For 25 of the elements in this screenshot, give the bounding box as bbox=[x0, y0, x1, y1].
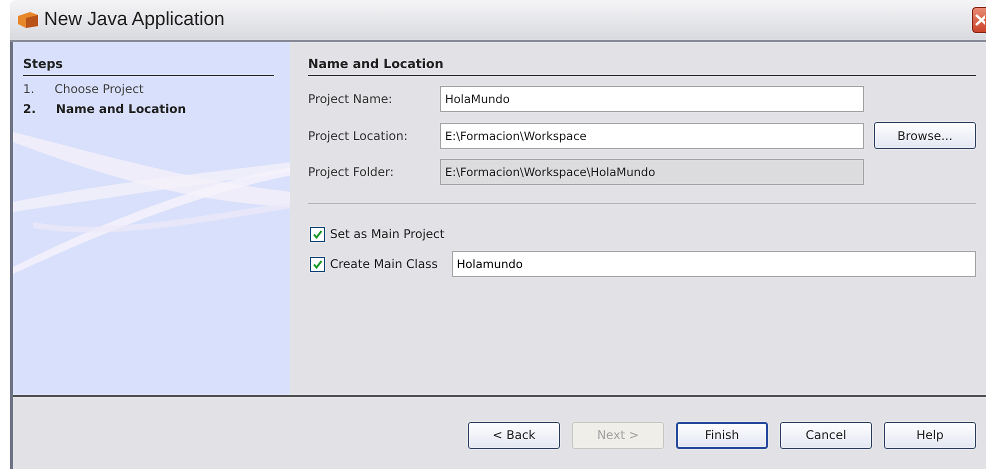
close-button[interactable] bbox=[972, 7, 986, 33]
dialog-button[interactable]: Finish bbox=[676, 422, 768, 448]
step-label: Name and Location bbox=[56, 102, 186, 116]
window-title: New Java Application bbox=[44, 9, 226, 31]
app-icon bbox=[18, 12, 38, 28]
panel-heading: Name and Location bbox=[308, 56, 976, 76]
close-icon bbox=[973, 13, 985, 27]
input-field[interactable]: E:\Formacion\Workspace bbox=[440, 122, 864, 148]
step-number: 1. bbox=[23, 82, 34, 96]
checkbox-label: Create Main Class bbox=[330, 257, 438, 271]
field-label: Project Location: bbox=[308, 128, 409, 142]
checkbox[interactable] bbox=[310, 256, 325, 272]
checkbox[interactable] bbox=[310, 226, 325, 242]
step-label: Choose Project bbox=[54, 82, 144, 96]
step-number: 2. bbox=[23, 102, 36, 116]
dialog-button[interactable]: Cancel bbox=[780, 422, 872, 448]
dialog-button[interactable]: Help bbox=[884, 422, 976, 448]
input-field[interactable]: Holamundo bbox=[452, 251, 976, 277]
field-label: Project Folder: bbox=[308, 165, 395, 179]
input-field[interactable]: HolaMundo bbox=[440, 86, 864, 112]
browse-button[interactable]: Browse... bbox=[874, 122, 976, 149]
dialog-button[interactable]: < Back bbox=[468, 422, 560, 448]
field-label: Project Name: bbox=[308, 92, 394, 106]
steps-heading: Steps bbox=[23, 56, 274, 76]
checkbox-label: Set as Main Project bbox=[330, 227, 444, 241]
